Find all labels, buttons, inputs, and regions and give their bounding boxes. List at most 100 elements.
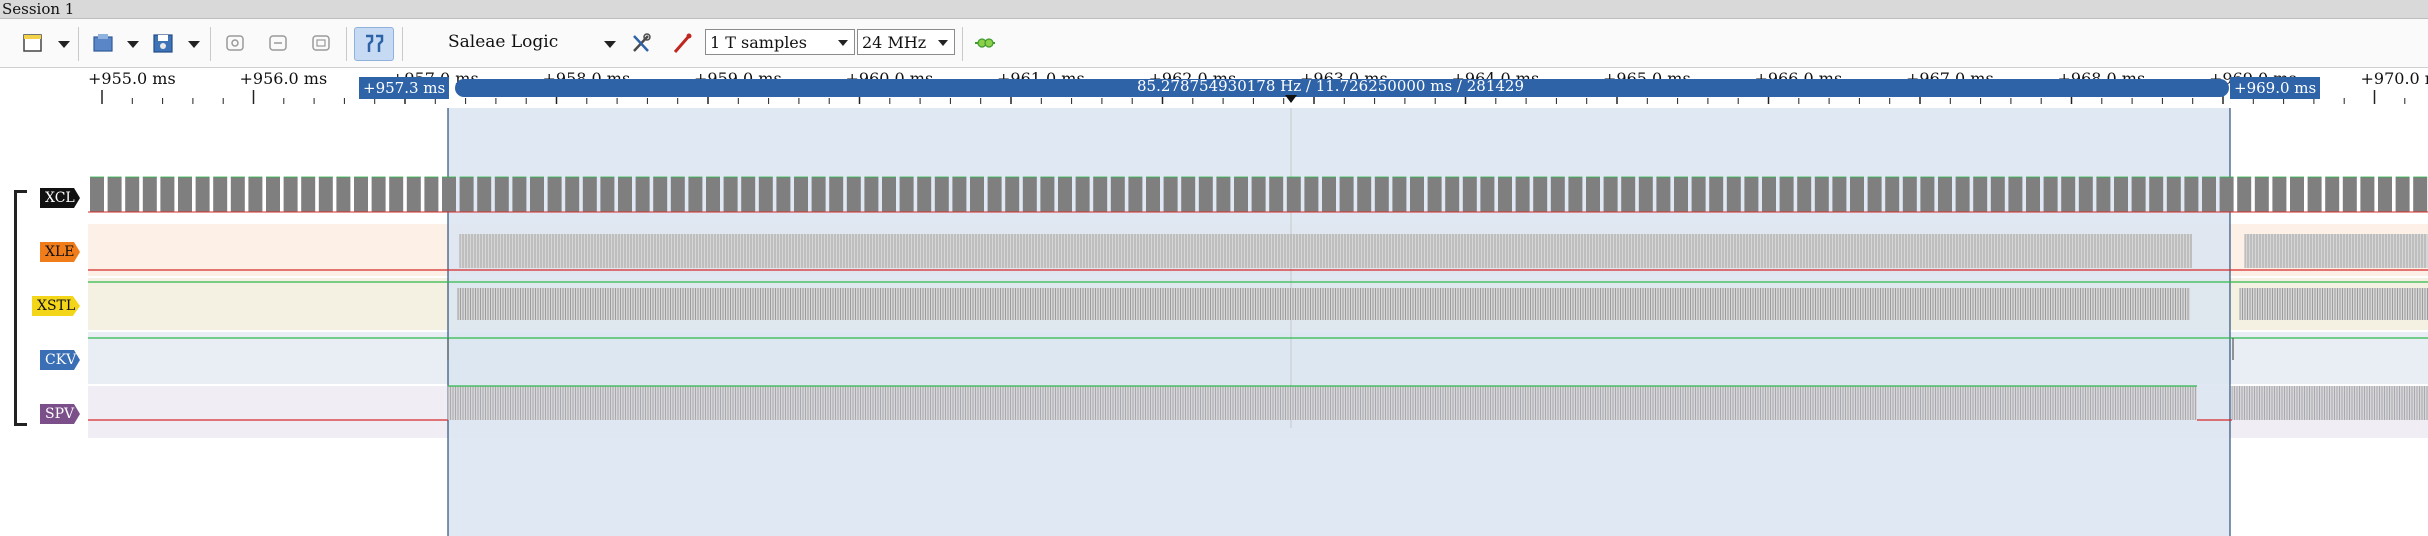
xcl-pulse [2325,177,2340,212]
xle-block [2245,234,2428,268]
xcl-pulse [1726,177,1741,212]
xcl-pulse [1814,177,1829,212]
xcl-pulse [1533,177,1548,212]
open-dropdown-icon[interactable] [127,41,139,48]
xcl-pulse [1709,177,1724,212]
open-button[interactable] [90,31,116,55]
xcl-pulse [794,177,808,212]
xcl-pulse [1146,177,1160,212]
pen-icon [673,33,692,53]
zoom-out-button[interactable] [265,31,291,55]
xcl-pulse [1374,177,1389,212]
timing-markers-toggle[interactable] [354,27,394,61]
save-button[interactable] [150,31,176,55]
xcl-pulse [2342,177,2357,212]
xcl-pulse [618,177,632,212]
xcl-pulse [987,177,1002,212]
xcl-pulse [494,177,509,212]
xcl-pulse [1674,177,1688,212]
xcl-pulse [688,177,703,212]
xcl-pulse [1656,177,1671,212]
zoom-fit-button[interactable] [308,31,334,55]
chevron-down-icon [938,40,948,46]
xcl-pulse [389,177,404,212]
new-session-dropdown-icon[interactable] [58,41,70,48]
xcl-pulse [2061,177,2076,212]
new-document-icon [23,34,42,52]
xcl-pulse [2237,177,2252,212]
device-dropdown-icon[interactable] [604,41,616,48]
chevron-down-icon [838,40,848,46]
xcl-pulse [1251,177,1266,212]
xcl-pulse [1955,177,1970,212]
xcl-pulse [1163,177,1178,212]
xcl-pulse [2254,177,2269,212]
xcl-pulse [1075,177,1090,212]
wrench-screwdriver-icon [633,33,651,52]
selection-end-label: +969.0 ms [2230,77,2321,99]
xcl-pulse [1638,177,1653,212]
save-icon [153,34,173,53]
xcl-pulse [934,177,949,212]
xcl-pulse [424,177,439,212]
selection-start-label: +957.3 ms [359,77,450,99]
xcl-pulse [600,177,615,212]
save-dropdown-icon[interactable] [188,41,200,48]
toolbar-separator [210,27,211,61]
xcl-pulse [776,177,791,212]
xcl-pulse [1920,177,1935,212]
window-title-bar: Session 1 [0,0,2428,19]
start-capture-button[interactable] [972,31,998,55]
waveform-area[interactable] [0,108,2428,536]
xcl-pulse [829,177,844,212]
xcl-pulse [1762,177,1776,212]
xcl-pulse [1058,177,1072,212]
zoom-fit-icon [312,35,330,51]
xcl-pulse [1128,177,1143,212]
xcl-pulse [2307,177,2322,212]
xcl-pulse [1392,177,1407,212]
window-title: Session 1 [2,0,75,18]
device-settings-button[interactable] [628,31,654,55]
sample-count-select[interactable]: 1 T samples [705,29,855,55]
selection-measurement: 85.278754930178 Hz / 11.726250000 ms / 2… [1137,77,1525,95]
xcl-pulse [2360,177,2375,212]
xcl-pulse [2026,177,2040,212]
waveform-panel: XCL XLE XSTL CKV SPV [0,108,2428,536]
xcl-pulse [2114,177,2128,212]
center-marker-icon [1285,95,1297,103]
xcl-pulse [670,177,685,212]
xcl-pulse [758,177,773,212]
xcl-pulse [2078,177,2093,212]
xcl-pulse [125,177,140,212]
xcl-pulse [1286,177,1301,212]
xcl-pulse [1339,177,1354,212]
xcl-pulse [1181,177,1196,212]
xcl-pulse [1832,177,1847,212]
xcl-pulse [1973,177,1988,212]
xcl-pulse [1902,177,1917,212]
xcl-pulse [1234,177,1248,212]
xcl-pulse [2096,177,2111,212]
zoom-in-button[interactable] [222,31,248,55]
sample-rate-select[interactable]: 24 MHz [857,29,955,55]
xcl-pulse [1850,177,1864,212]
toolbar: Saleae Logic 1 T samples 24 MHz [0,19,2428,68]
xcl-pulse [723,177,738,212]
xcl-pulse [1304,177,1319,212]
xcl-pulse [635,177,650,212]
xcl-pulse [530,177,544,212]
device-name[interactable]: Saleae Logic [448,29,558,55]
xcl-pulse [318,177,333,212]
xcl-pulse [1938,177,1952,212]
xcl-pulse [2413,177,2428,212]
xcl-pulse [706,177,720,212]
xcl-pulse [1586,177,1600,212]
folder-icon [93,34,113,52]
xcl-pulse [1515,177,1530,212]
xcl-pulse [442,177,456,212]
new-session-button[interactable] [20,31,46,55]
trigger-button[interactable] [670,31,696,55]
xcl-pulse [1093,177,1108,212]
xcl-pulse [741,177,756,212]
